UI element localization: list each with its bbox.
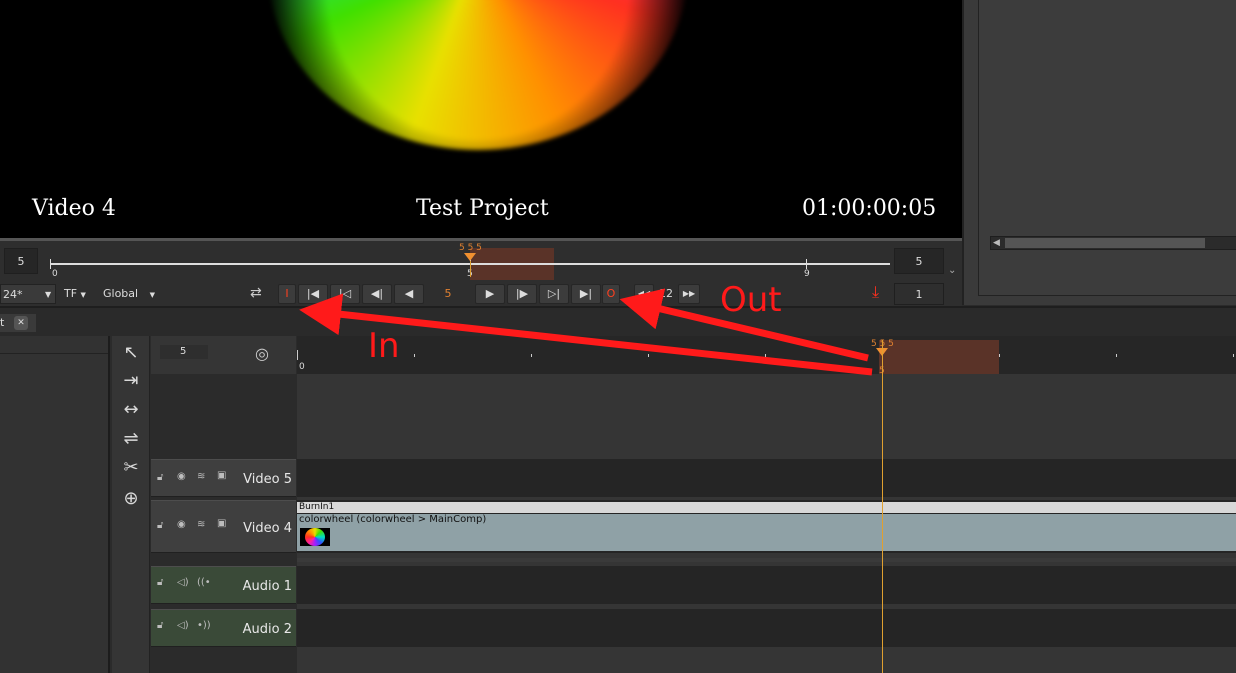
out-annotation: Out [720, 280, 782, 320]
annotation-overlay [299, 288, 873, 376]
in-annotation: In [368, 326, 400, 366]
